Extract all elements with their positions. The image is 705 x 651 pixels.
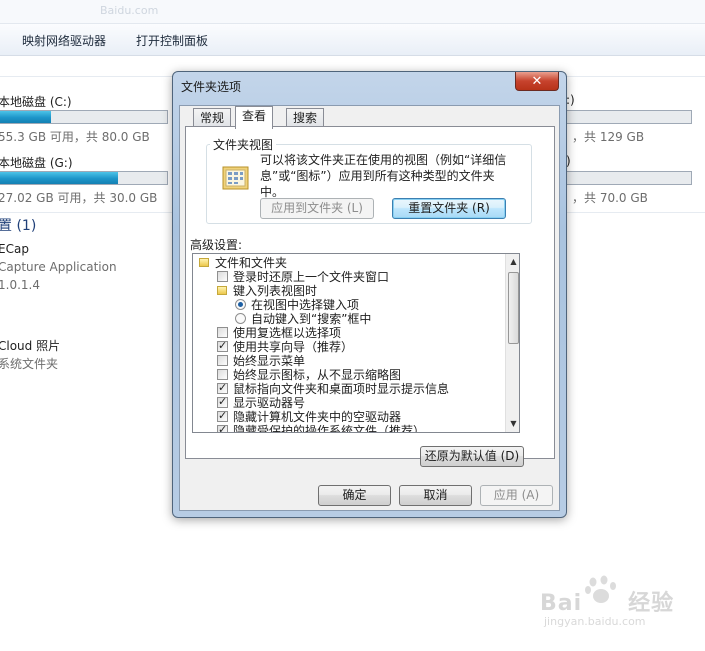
setting-checkbox[interactable] xyxy=(217,327,228,338)
drive-g-info: 27.02 GB 可用，共 30.0 GB xyxy=(0,191,158,205)
setting-label: 使用共享向导（推荐） xyxy=(233,340,354,354)
command-bar: 映射网络驱动器 打开控制面板 xyxy=(0,24,705,56)
cancel-button[interactable]: 取消 xyxy=(399,485,472,506)
setting-label: 始终显示图标，从不显示缩略图 xyxy=(233,368,402,382)
vertical-scrollbar[interactable]: ▲ ▼ xyxy=(505,254,519,432)
item-icloud-name[interactable]: Cloud 照片 xyxy=(0,337,60,354)
folder-options-dialog: 文件夹选项 ✕ 常规 查看 搜索 文件夹视图 可以将该文件夹正在使用的视图（例如… xyxy=(172,71,567,518)
folder-icon xyxy=(199,258,209,267)
setting-label: 登录时还原上一个文件夹窗口 xyxy=(233,270,390,284)
setting-label: 使用复选框以选择项 xyxy=(233,326,342,340)
setting-label: 显示驱动器号 xyxy=(233,396,306,410)
group-header: 置 (1) xyxy=(0,218,37,234)
map-network-drive-button[interactable]: 映射网络驱动器 xyxy=(22,32,106,49)
restore-defaults-button[interactable]: 还原为默认值 (D) xyxy=(420,446,524,467)
close-icon: ✕ xyxy=(531,73,543,89)
drive-right1-usage-bar xyxy=(560,110,692,124)
drive-right2-info: ，共 70.0 GB xyxy=(572,191,648,205)
tab-general[interactable]: 常规 xyxy=(193,108,232,128)
ok-button[interactable]: 确定 xyxy=(318,485,391,506)
setting-checkbox[interactable] xyxy=(217,381,228,395)
folder-views-title: 文件夹视图 xyxy=(210,136,277,153)
apply-to-folders-button[interactable]: 应用到文件夹 (L) xyxy=(260,198,374,219)
drive-c-label[interactable]: 本地磁盘 (C:) xyxy=(0,93,72,110)
advanced-settings-list[interactable]: 文件和文件夹 登录时还原上一个文件夹窗口 键入列表视图时 在视图中选择键入项 自动键入到… xyxy=(192,253,520,433)
setting-checkbox[interactable] xyxy=(217,409,228,423)
setting-checkbox[interactable] xyxy=(217,395,228,409)
scroll-thumb[interactable] xyxy=(508,272,519,344)
faded-title: Baidu.com xyxy=(100,4,159,17)
setting-checkbox[interactable] xyxy=(217,355,228,366)
setting-label: 在视图中选择键入项 xyxy=(251,298,360,312)
reset-folders-button[interactable]: 重置文件夹 (R) xyxy=(392,198,506,219)
setting-label: 隐藏受保护的操作系统文件（推荐） xyxy=(233,424,426,433)
item-ecap-version: 1.0.1.4 xyxy=(0,278,40,292)
apply-button[interactable]: 应用 (A) xyxy=(480,485,553,506)
setting-label: 始终显示菜单 xyxy=(233,354,306,368)
drive-c-info: 55.3 GB 可用，共 80.0 GB xyxy=(0,130,150,144)
item-ecap-name[interactable]: ECap xyxy=(0,242,29,256)
drive-right1-label[interactable]: :) xyxy=(566,93,575,107)
dialog-client: 常规 查看 搜索 文件夹视图 可以将该文件夹正在使用的视图（例如“详细信息”或“… xyxy=(179,105,560,511)
open-control-panel-button[interactable]: 打开控制面板 xyxy=(136,32,208,49)
setting-radio[interactable] xyxy=(235,313,246,324)
advanced-settings-label: 高级设置: xyxy=(190,238,243,252)
folder-views-description: 可以将该文件夹正在使用的视图（例如“详细信息”或“图标”）应用到所有这种类型的文… xyxy=(260,153,507,199)
folder-icon xyxy=(217,286,227,295)
setting-label: 自动键入到“搜索”框中 xyxy=(251,312,372,326)
setting-checkbox[interactable] xyxy=(217,339,228,353)
setting-checkbox[interactable] xyxy=(217,271,228,282)
item-ecap-desc: Capture Application xyxy=(0,260,117,274)
tab-panel-view: 文件夹视图 可以将该文件夹正在使用的视图（例如“详细信息”或“图标”）应用到所有… xyxy=(185,126,555,467)
setting-label: 隐藏计算机文件夹中的空驱动器 xyxy=(233,410,402,424)
setting-label: 鼠标指向文件夹和桌面项时显示提示信息 xyxy=(233,382,450,396)
drive-c-usage-bar xyxy=(0,110,168,124)
scroll-up-arrow-icon[interactable]: ▲ xyxy=(506,254,519,270)
item-icloud-desc: 系统文件夹 xyxy=(0,357,59,371)
dialog-title: 文件夹选项 xyxy=(181,80,242,94)
tab-view[interactable]: 查看 xyxy=(235,106,274,129)
setting-label: 文件和文件夹 xyxy=(215,256,288,270)
drive-g-label[interactable]: 本地磁盘 (G:) xyxy=(0,154,73,171)
scroll-down-arrow-icon[interactable]: ▼ xyxy=(506,416,519,432)
watermark-brand: Bai 经验 xyxy=(540,591,675,616)
drive-right1-info: ，共 129 GB xyxy=(572,130,645,144)
close-button[interactable]: ✕ xyxy=(515,72,559,91)
setting-radio[interactable] xyxy=(235,299,246,310)
watermark-url: jingyan.baidu.com xyxy=(544,615,646,628)
tab-search[interactable]: 搜索 xyxy=(286,108,325,128)
setting-label: 键入列表视图时 xyxy=(233,284,318,298)
drive-g-usage-bar xyxy=(0,171,168,185)
setting-checkbox[interactable] xyxy=(217,423,228,432)
drive-right2-usage-bar xyxy=(560,171,692,185)
setting-checkbox[interactable] xyxy=(217,369,228,380)
title-strip: Baidu.com xyxy=(0,0,705,24)
folder-view-icon xyxy=(222,166,249,190)
